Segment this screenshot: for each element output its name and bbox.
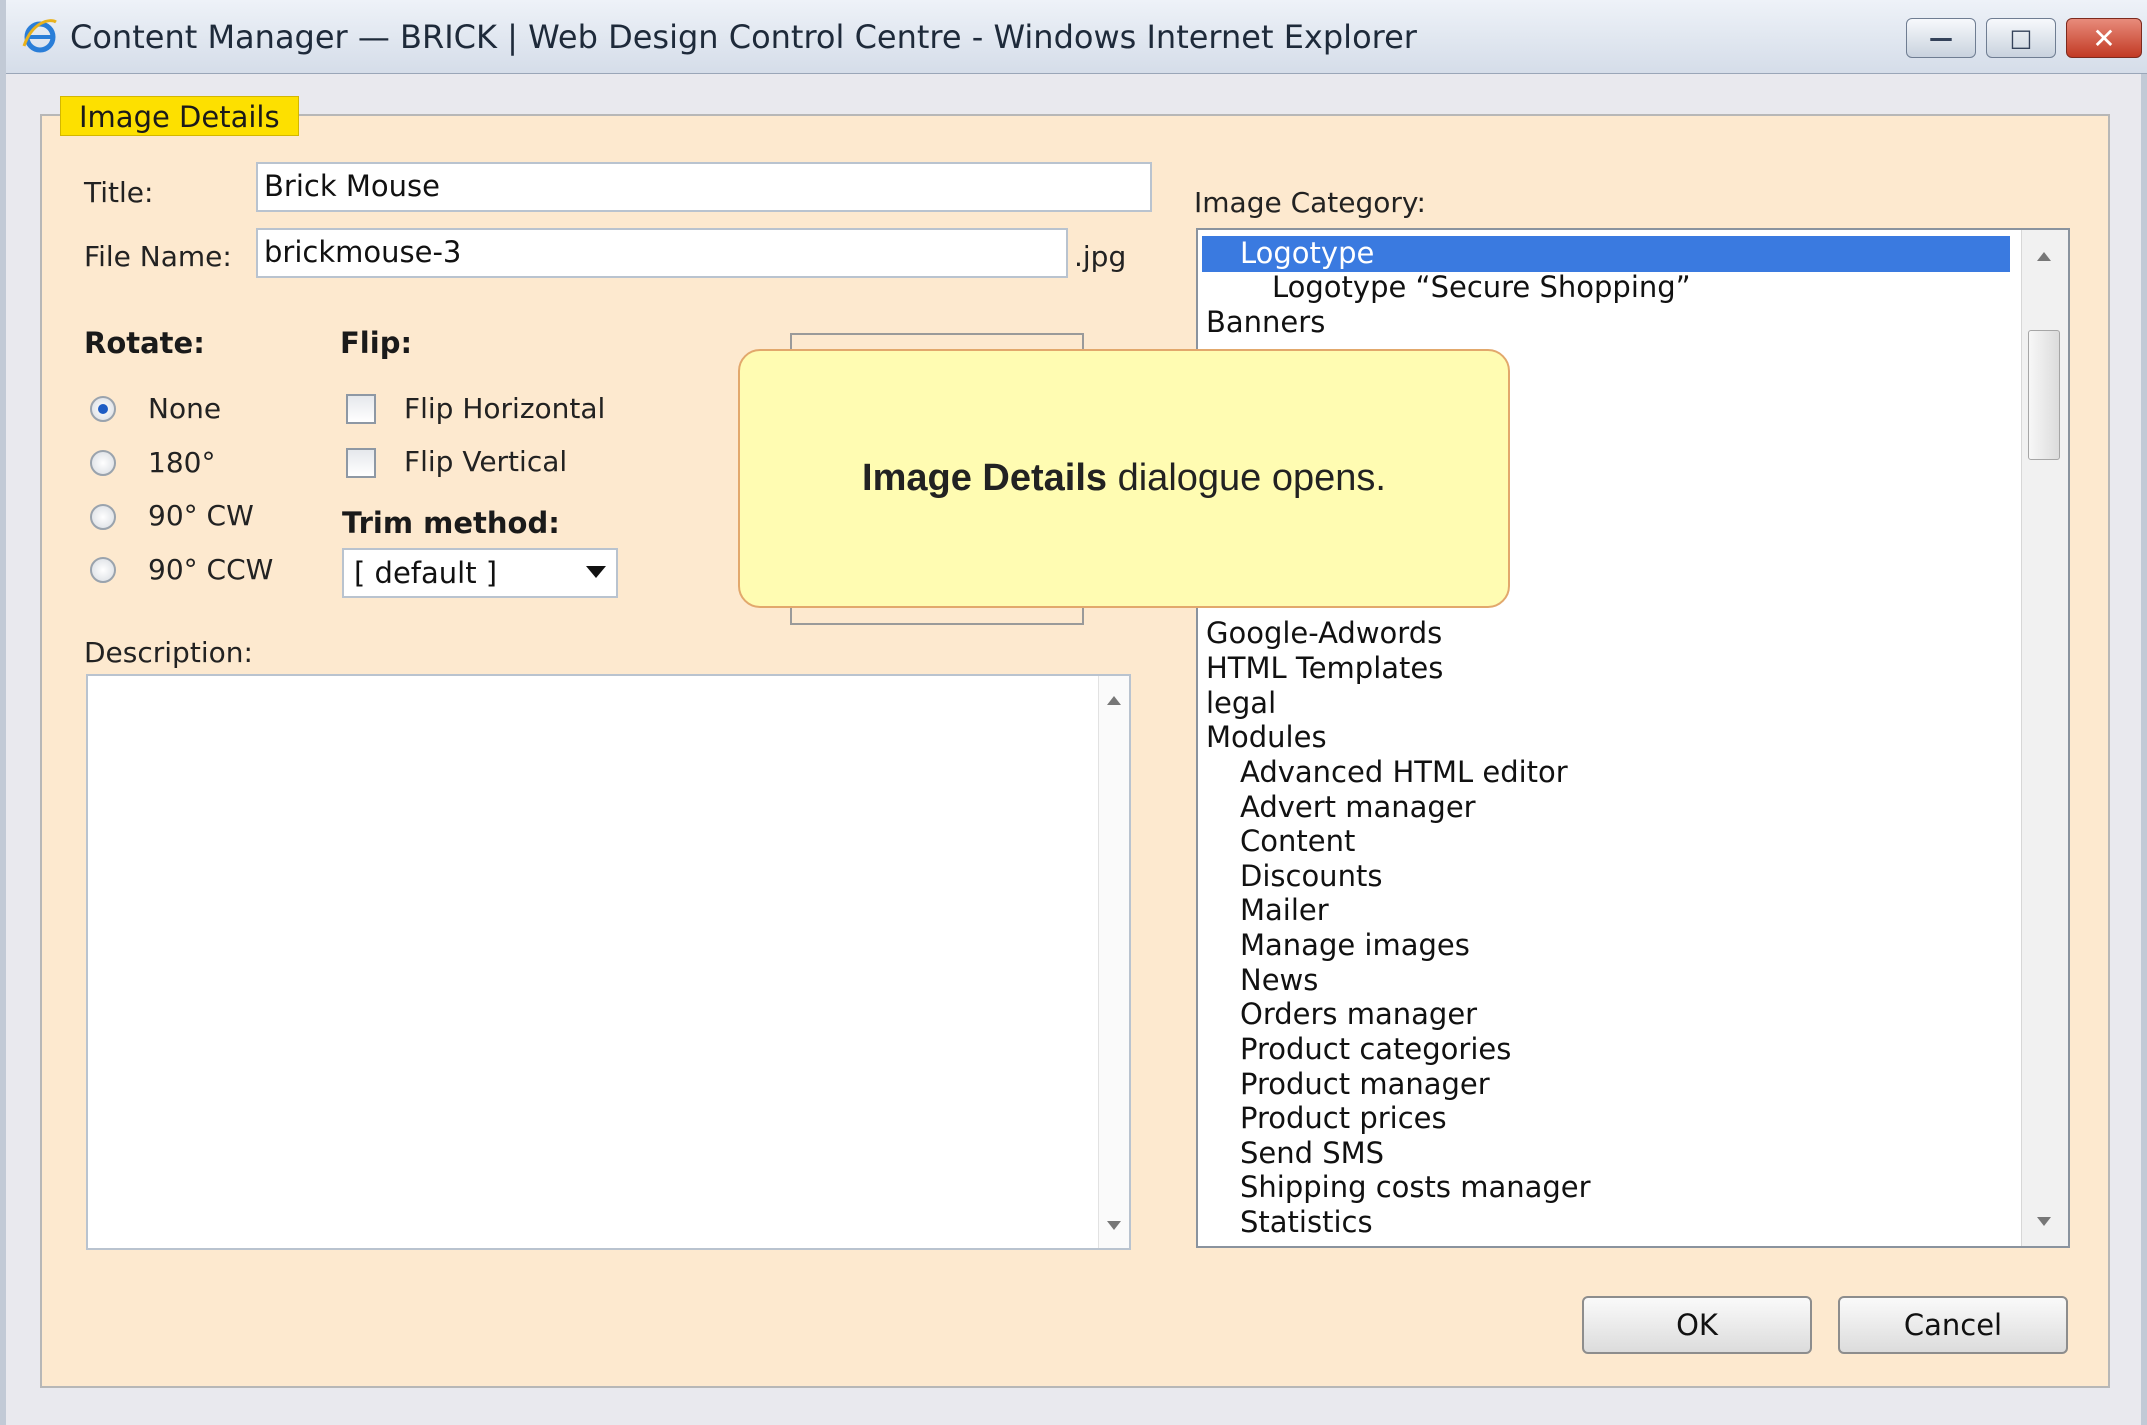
- internet-explorer-icon: [22, 19, 57, 53]
- list-item[interactable]: Statistics: [1240, 1205, 1373, 1239]
- list-item-selected[interactable]: Logotype: [1240, 236, 1374, 270]
- maximize-button[interactable]: □: [1986, 18, 2056, 58]
- list-item[interactable]: Content: [1240, 824, 1355, 858]
- file-name-label: File Name:: [84, 240, 232, 273]
- scroll-thumb[interactable]: [2028, 330, 2060, 460]
- trim-method-select[interactable]: [ default ]: [342, 548, 618, 598]
- trim-method-value: [ default ]: [354, 556, 498, 590]
- list-item[interactable]: HTML Templates: [1206, 651, 1443, 685]
- flip-heading: Flip:: [340, 326, 413, 360]
- list-item[interactable]: Logotype “Secure Shopping”: [1272, 270, 1691, 304]
- close-icon: ✕: [2092, 21, 2116, 55]
- list-item[interactable]: legal: [1206, 686, 1276, 720]
- scroll-down-icon[interactable]: [1107, 1221, 1121, 1230]
- title-label: Title:: [84, 176, 154, 209]
- trim-method-heading: Trim method:: [342, 506, 560, 540]
- minimize-button[interactable]: —: [1906, 18, 1976, 58]
- list-item[interactable]: Banners: [1206, 305, 1325, 339]
- category-scrollbar[interactable]: [2021, 230, 2068, 1246]
- title-input[interactable]: Brick Mouse: [256, 162, 1152, 212]
- close-button[interactable]: ✕: [2066, 18, 2142, 58]
- list-item[interactable]: Orders manager: [1240, 997, 1477, 1031]
- window-title: Content Manager — BRICK | Web Design Con…: [70, 18, 1417, 56]
- rotate-90ccw-radio[interactable]: [90, 557, 116, 583]
- scroll-up-icon[interactable]: [2037, 252, 2051, 261]
- minimize-icon: —: [1929, 24, 1953, 52]
- title-bar: Content Manager — BRICK | Web Design Con…: [6, 0, 2147, 74]
- list-item[interactable]: Modules: [1206, 720, 1327, 754]
- description-scrollbar[interactable]: [1098, 676, 1129, 1248]
- flip-vertical-label: Flip Vertical: [404, 445, 568, 478]
- scroll-up-icon[interactable]: [1107, 696, 1121, 705]
- file-extension: .jpg: [1074, 240, 1127, 273]
- list-item[interactable]: Google-Adwords: [1206, 616, 1442, 650]
- rotate-180-radio[interactable]: [90, 450, 116, 476]
- list-item[interactable]: Mailer: [1240, 893, 1329, 927]
- tutorial-callout: Image Details dialogue opens.: [738, 349, 1510, 608]
- list-item[interactable]: Advert manager: [1240, 790, 1476, 824]
- flip-horizontal-checkbox[interactable]: [346, 394, 376, 424]
- rotate-90cw-label: 90° CW: [148, 499, 254, 532]
- rotate-90cw-radio[interactable]: [90, 504, 116, 530]
- list-item[interactable]: Send SMS: [1240, 1136, 1384, 1170]
- list-item[interactable]: Shipping costs manager: [1240, 1170, 1591, 1204]
- rotate-heading: Rotate:: [84, 326, 205, 360]
- ok-button[interactable]: OK: [1582, 1296, 1812, 1354]
- list-item[interactable]: Manage images: [1240, 928, 1470, 962]
- cancel-button[interactable]: Cancel: [1838, 1296, 2068, 1354]
- callout-text: dialogue opens.: [1107, 457, 1386, 499]
- tab-image-details[interactable]: Image Details: [60, 96, 299, 136]
- list-item[interactable]: News: [1240, 963, 1318, 997]
- list-item[interactable]: Advanced HTML editor: [1240, 755, 1568, 789]
- list-item[interactable]: Discounts: [1240, 859, 1382, 893]
- flip-vertical-checkbox[interactable]: [346, 448, 376, 478]
- chevron-down-icon: [586, 566, 606, 578]
- list-item[interactable]: Product categories: [1240, 1032, 1511, 1066]
- file-name-input[interactable]: brickmouse-3: [256, 228, 1068, 278]
- list-item[interactable]: Product prices: [1240, 1101, 1447, 1135]
- description-label: Description:: [84, 636, 253, 669]
- flip-horizontal-label: Flip Horizontal: [404, 392, 606, 425]
- rotate-90ccw-label: 90° CCW: [148, 553, 274, 586]
- rotate-none-label: None: [148, 392, 222, 425]
- maximize-icon: □: [2009, 24, 2033, 52]
- list-item[interactable]: Product manager: [1240, 1067, 1490, 1101]
- scroll-down-icon[interactable]: [2037, 1217, 2051, 1226]
- callout-bold-text: Image Details: [862, 457, 1108, 499]
- browser-window: Content Manager — BRICK | Web Design Con…: [0, 0, 2147, 1425]
- image-category-label: Image Category:: [1194, 186, 1426, 219]
- description-textarea[interactable]: [86, 674, 1131, 1250]
- rotate-none-radio[interactable]: [90, 396, 116, 422]
- rotate-180-label: 180°: [148, 446, 216, 479]
